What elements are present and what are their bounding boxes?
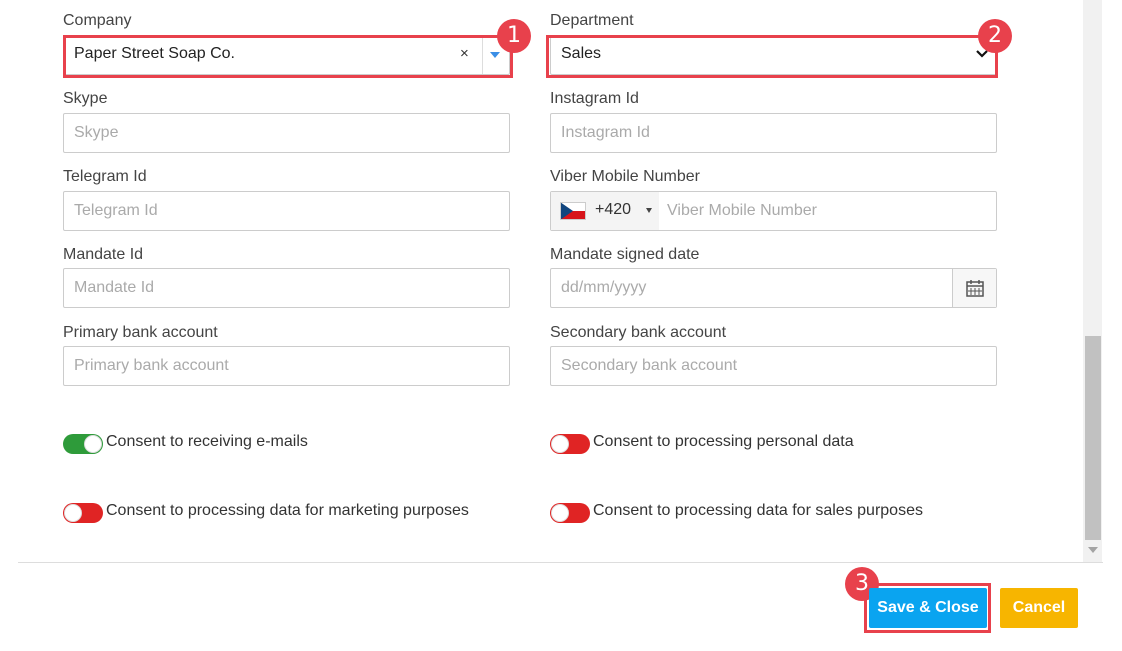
toggle-consent-emails[interactable]: [63, 434, 103, 454]
highlight-box-1: [63, 35, 513, 78]
instagram-label: Instagram Id: [550, 90, 639, 107]
toggle-knob: [84, 435, 102, 453]
mandate-id-placeholder: Mandate Id: [74, 279, 155, 296]
secondary-bank-placeholder: Secondary bank account: [561, 357, 738, 374]
consent-marketing-label: Consent to processing data for marketing…: [106, 502, 469, 519]
country-code-select[interactable]: +420: [551, 192, 659, 230]
viber-input[interactable]: +420 Viber Mobile Number: [550, 191, 997, 231]
primary-bank-input[interactable]: Primary bank account: [63, 346, 510, 386]
instagram-placeholder: Instagram Id: [561, 124, 650, 141]
skype-placeholder: Skype: [74, 124, 119, 141]
secondary-bank-label: Secondary bank account: [550, 324, 727, 341]
telegram-label: Telegram Id: [63, 168, 147, 185]
mandate-id-input[interactable]: Mandate Id: [63, 268, 510, 308]
mandate-id-label: Mandate Id: [63, 246, 144, 263]
scrollbar-thumb[interactable]: [1085, 336, 1101, 540]
department-label: Department: [550, 12, 634, 29]
country-code: +420: [595, 201, 632, 218]
toggle-consent-marketing[interactable]: [63, 503, 103, 523]
consent-emails-label: Consent to receiving e-mails: [106, 433, 308, 450]
telegram-placeholder: Telegram Id: [74, 202, 158, 219]
toggle-knob: [551, 435, 569, 453]
calendar-button[interactable]: [952, 269, 996, 307]
calendar-icon: [966, 280, 984, 297]
viber-placeholder: Viber Mobile Number: [667, 202, 817, 219]
consent-sales-label: Consent to processing data for sales pur…: [593, 502, 923, 519]
primary-bank-placeholder: Primary bank account: [74, 357, 229, 374]
consent-personal-data-label: Consent to processing personal data: [593, 433, 854, 450]
czech-flag-icon: [560, 202, 586, 220]
caret-down-icon: [646, 208, 652, 213]
highlight-box-2: [546, 35, 998, 78]
cancel-button[interactable]: Cancel: [1000, 588, 1078, 628]
save-close-button[interactable]: Save & Close: [869, 588, 987, 628]
secondary-bank-input[interactable]: Secondary bank account: [550, 346, 997, 386]
skype-label: Skype: [63, 90, 108, 107]
toggle-consent-personal-data[interactable]: [550, 434, 590, 454]
mandate-date-placeholder: dd/mm/yyyy: [561, 279, 647, 296]
scroll-down-arrow-icon[interactable]: [1088, 547, 1098, 553]
skype-input[interactable]: Skype: [63, 113, 510, 153]
primary-bank-label: Primary bank account: [63, 324, 218, 341]
annotation-badge-2: 2: [978, 19, 1012, 53]
footer-divider: [18, 562, 1103, 563]
telegram-input[interactable]: Telegram Id: [63, 191, 510, 231]
instagram-input[interactable]: Instagram Id: [550, 113, 997, 153]
mandate-date-label: Mandate signed date: [550, 246, 700, 263]
mandate-date-input[interactable]: dd/mm/yyyy: [550, 268, 997, 308]
toggle-consent-sales[interactable]: [550, 503, 590, 523]
toggle-knob: [551, 504, 569, 522]
annotation-badge-1: 1: [497, 19, 531, 53]
viber-label: Viber Mobile Number: [550, 168, 700, 185]
company-label: Company: [63, 12, 132, 29]
toggle-knob: [64, 504, 82, 522]
